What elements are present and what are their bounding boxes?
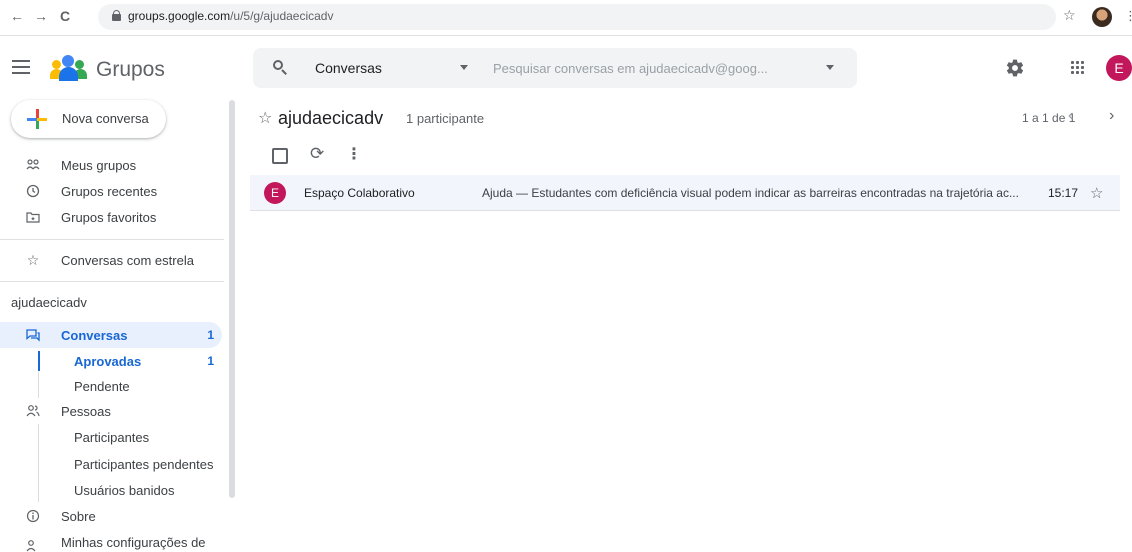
conversation-snippet: Ajuda — Estudantes com deficiência visua… [482,186,1019,200]
sidebar-item-label: Participantes [74,430,150,445]
participant-count[interactable]: 1 participante [406,111,484,126]
sidebar-item-approved[interactable]: Aprovadas 1 [0,348,222,374]
plus-icon [27,109,47,129]
new-conversation-button[interactable]: Nova conversa [11,100,166,138]
group-title: ajudaecicadv [278,108,384,128]
conversations-count-badge: 1 [207,328,214,342]
sidebar-item-conversations[interactable]: Conversas 1 [0,322,222,348]
select-all-checkbox[interactable] [272,148,288,164]
sidebar-item-label: Participantes pendentes [74,457,214,472]
reload-icon[interactable]: C [60,8,70,24]
sidebar-item-label: Sobre [61,509,96,524]
conversation-row[interactable]: E Espaço Colaborativo Ajuda — Estudantes… [250,175,1120,211]
refresh-icon[interactable]: ⟳ [310,144,324,164]
info-icon [26,509,40,523]
sidebar-item-banned-users[interactable]: Usuários banidos [0,477,222,503]
search-input[interactable] [493,56,823,80]
star-icon: ☆ [26,252,40,268]
folder-star-icon [26,210,40,224]
clock-icon [26,184,40,198]
search-bar: Conversas [253,48,857,88]
browser-menu-icon[interactable]: ⋮ [1124,8,1132,24]
bookmark-star-icon[interactable]: ☆ [1063,7,1076,24]
sidebar: Nova conversa Meus grupos Grupos recente… [0,100,236,552]
sidebar-item-label: Meus grupos [61,158,137,173]
search-scope-select[interactable]: Conversas [315,60,382,76]
app-brand[interactable]: Grupos [96,58,165,82]
back-arrow-icon[interactable]: ← [10,8,24,24]
chevron-right-icon[interactable]: › [1109,107,1114,125]
apps-grid-icon[interactable] [1071,61,1085,75]
sidebar-item-pending[interactable]: Pendente [0,373,222,399]
url-text: groups.google.com/u/5/g/ajudaecicadv [128,9,334,23]
sidebar-item-members[interactable]: Participantes [0,424,222,450]
sidebar-item-my-groups[interactable]: Meus grupos [0,152,222,178]
author-avatar: E [264,182,286,204]
address-bar[interactable]: groups.google.com/u/5/g/ajudaecicadv [98,4,1056,30]
sidebar-item-label: Pendente [74,379,130,394]
sidebar-item-starred[interactable]: ☆ Conversas com estrela [0,247,222,273]
main-menu-icon[interactable] [12,60,30,74]
conversations-icon [26,328,40,342]
sidebar-divider [0,239,224,240]
sidebar-scrollbar[interactable] [229,100,235,498]
group-section-title: ajudaecicadv [11,295,87,310]
list-toolbar: ⟳ ⋮ [250,140,1132,172]
sidebar-item-people[interactable]: Pessoas [0,398,222,424]
sidebar-item-label: Conversas com estrela [61,253,194,268]
more-options-icon[interactable]: ⋮ [346,144,362,164]
sidebar-item-label: Aprovadas [74,354,142,369]
sidebar-item-label: Minhas configurações de [61,535,206,550]
search-icon[interactable] [273,60,287,75]
favorite-group-star-icon[interactable]: ☆ [258,108,272,128]
chevron-left-icon[interactable]: ‹ [1068,107,1073,125]
conversation-title: Espaço Colaborativo [304,186,415,200]
lock-icon [112,10,121,21]
groups-logo-icon [50,55,88,81]
approved-count-badge: 1 [207,354,214,368]
sidebar-item-recent-groups[interactable]: Grupos recentes [0,178,222,204]
sidebar-item-pending-members[interactable]: Participantes pendentes [0,451,222,477]
search-options-chevron-icon[interactable] [826,65,834,70]
sidebar-item-label: Usuários banidos [74,483,175,498]
sidebar-item-label: Conversas [61,328,128,343]
new-conversation-label: Nova conversa [62,111,149,126]
sidebar-item-label: Grupos favoritos [61,210,157,225]
browser-profile-avatar[interactable] [1092,7,1112,27]
main-content: ☆ ajudaecicadv 1 participante 1 a 1 de 1… [250,100,1132,552]
sidebar-item-label: Grupos recentes [61,184,158,199]
people-icon [26,404,40,418]
sidebar-item-favorite-groups[interactable]: Grupos favoritos [0,204,222,230]
conversation-time: 15:17 [1048,186,1079,200]
sidebar-item-about[interactable]: Sobre [0,503,222,529]
sidebar-divider [0,281,224,282]
app-header: Grupos Conversas E [0,36,1132,100]
gear-icon[interactable] [1005,58,1025,78]
person-settings-icon [26,539,40,552]
star-conversation-icon[interactable]: ☆ [1090,184,1103,202]
account-avatar[interactable]: E [1106,55,1132,81]
sidebar-item-label: Pessoas [61,404,111,419]
groups-icon [26,158,40,172]
sidebar-item-my-settings[interactable]: Minhas configurações de [0,529,222,552]
chevron-down-icon[interactable] [460,65,468,70]
browser-toolbar: ← → C groups.google.com/u/5/g/ajudaecica… [0,0,1132,36]
forward-arrow-icon[interactable]: → [34,8,48,24]
